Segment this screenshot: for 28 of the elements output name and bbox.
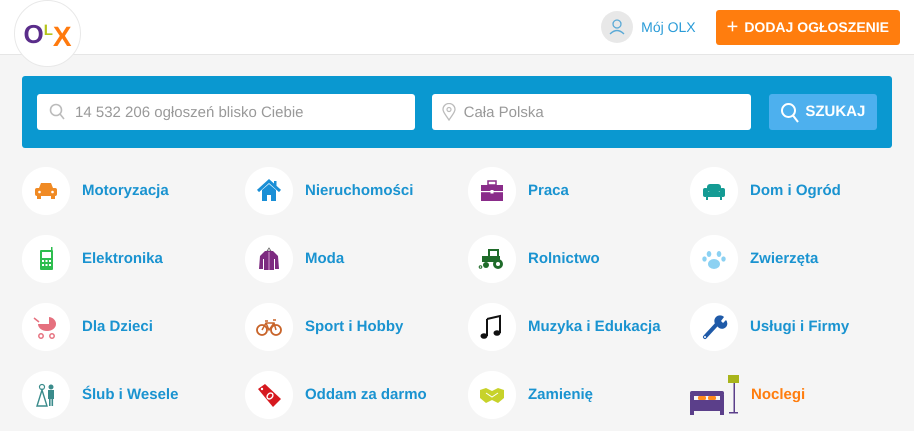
category-link[interactable]: Muzyka i Edukacja	[468, 304, 690, 350]
category-link[interactable]: Praca	[468, 168, 690, 214]
price-tag-icon	[255, 381, 283, 409]
search-button[interactable]: SZUKAJ	[768, 94, 878, 130]
wrench-icon	[700, 313, 728, 341]
category-link[interactable]: Elektronika	[22, 236, 245, 282]
category-link[interactable]: Motoryzacja	[22, 168, 245, 214]
search-icon	[49, 103, 65, 121]
category-link[interactable]: Usługi i Firmy	[690, 304, 890, 350]
category-link[interactable]: Moda	[245, 236, 468, 282]
account-link[interactable]: Mój OLX	[641, 16, 696, 38]
category-link[interactable]: Nieruchomości	[245, 168, 468, 214]
user-icon[interactable]	[601, 11, 634, 43]
post-ad-button[interactable]: + DODAJ OGŁOSZENIE	[716, 10, 900, 44]
category-link[interactable]: Sport i Hobby	[245, 304, 468, 350]
category-link[interactable]: Zwierzęta	[690, 236, 890, 282]
category-link[interactable]: Rolnictwo	[468, 236, 690, 282]
search-field[interactable]: 14 532 206 ogłoszeń blisko Ciebie	[37, 94, 415, 130]
search-icon	[780, 102, 800, 122]
category-link[interactable]: Ślub i Wesele	[22, 372, 245, 418]
category-link[interactable]: Noclegi	[690, 372, 890, 418]
location-field[interactable]: Cała Polska	[432, 94, 751, 130]
category-link[interactable]: Dla Dzieci	[22, 304, 245, 350]
category-link[interactable]: Oddam za darmo	[245, 372, 468, 418]
bed-and-lamp-icon	[690, 375, 739, 415]
category-link[interactable]: Zamienię	[468, 372, 690, 418]
category-link[interactable]: Dom i Ogród	[690, 168, 890, 214]
location-pin-icon	[442, 103, 456, 121]
